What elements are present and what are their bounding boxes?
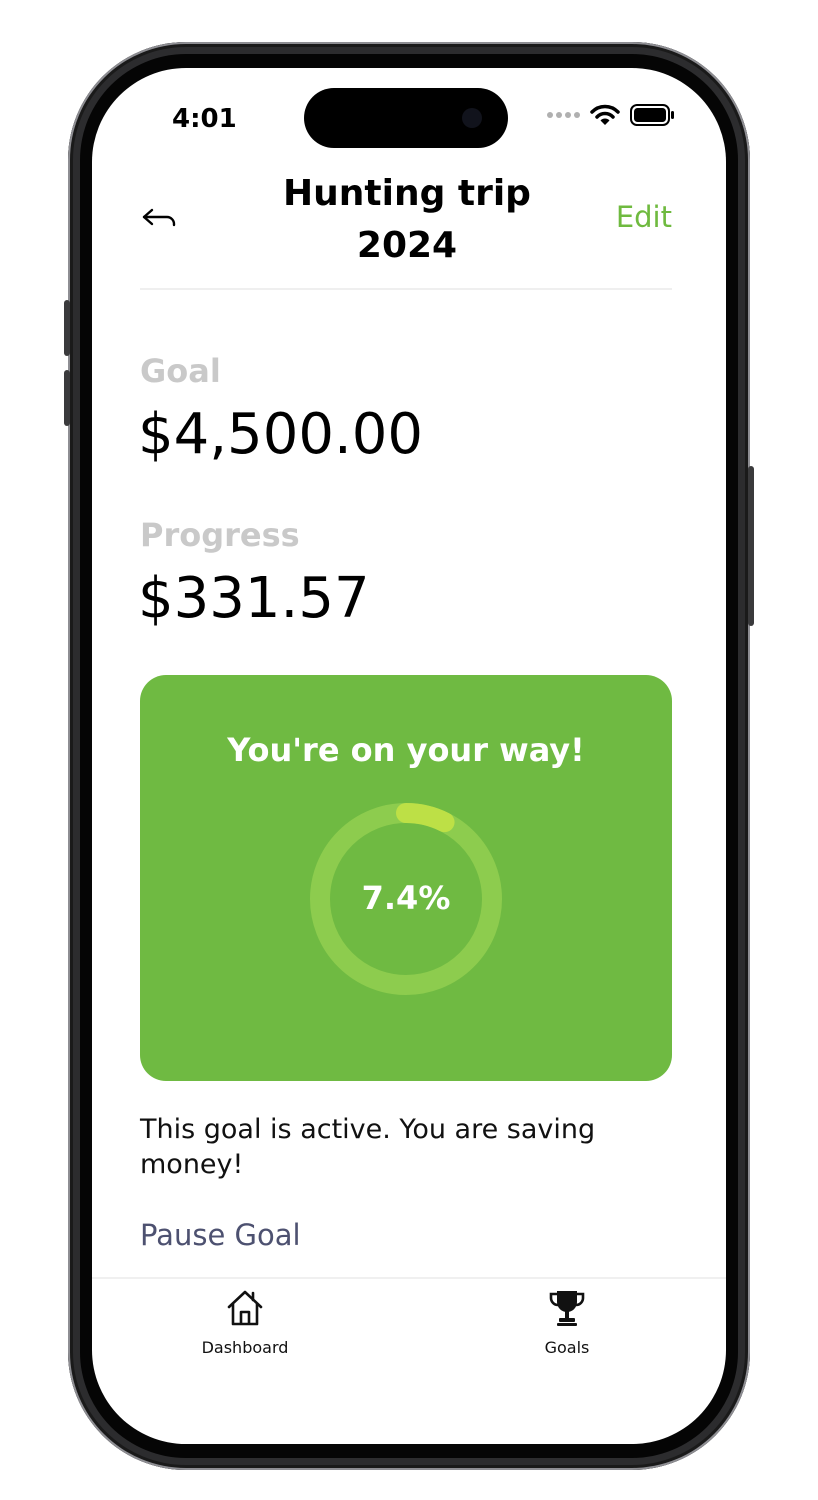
home-icon (227, 1290, 263, 1326)
wifi-icon (590, 104, 620, 125)
status-icons (546, 104, 676, 126)
power-button (748, 466, 754, 626)
trophy-icon (549, 1291, 585, 1326)
back-button[interactable] (140, 204, 180, 234)
front-camera (462, 108, 482, 128)
tab-goals[interactable]: Goals (487, 1288, 647, 1357)
volume-down-button (64, 370, 70, 426)
tabbar-divider (92, 1277, 726, 1279)
volume-up-button (64, 300, 70, 356)
battery-icon (630, 104, 674, 126)
tab-dashboard-label: Dashboard (201, 1338, 289, 1357)
progress-percent: 7.4% (361, 879, 451, 917)
pause-goal-button[interactable]: Pause Goal (140, 1218, 301, 1252)
page-title-line1: Hunting trip (283, 173, 531, 214)
progress-card: You're on your way! 7.4% (140, 675, 672, 1081)
goal-status-text: This goal is active. You are saving mone… (140, 1114, 596, 1180)
tab-goals-label: Goals (544, 1338, 590, 1357)
tab-dashboard[interactable]: Dashboard (165, 1288, 325, 1357)
header-divider (140, 288, 672, 290)
signal-dots-icon (547, 112, 580, 118)
goal-amount: $4,500.00 (138, 402, 424, 467)
status-time: 4:01 (172, 104, 237, 134)
card-message: You're on your way! (227, 731, 585, 769)
app-screen: 4:01 Hunting trip 2024 Edit Goal $4,500.… (92, 68, 726, 1444)
back-arrow-icon (142, 208, 176, 227)
progress-label: Progress (140, 516, 300, 554)
goal-label: Goal (140, 352, 221, 390)
edit-button[interactable]: Edit (616, 200, 672, 234)
dynamic-island (304, 88, 508, 148)
page-title: Hunting trip 2024 (252, 168, 562, 272)
progress-ring: 7.4% (310, 803, 502, 995)
progress-amount: $331.57 (138, 566, 370, 631)
page-title-line2: 2024 (356, 225, 458, 266)
